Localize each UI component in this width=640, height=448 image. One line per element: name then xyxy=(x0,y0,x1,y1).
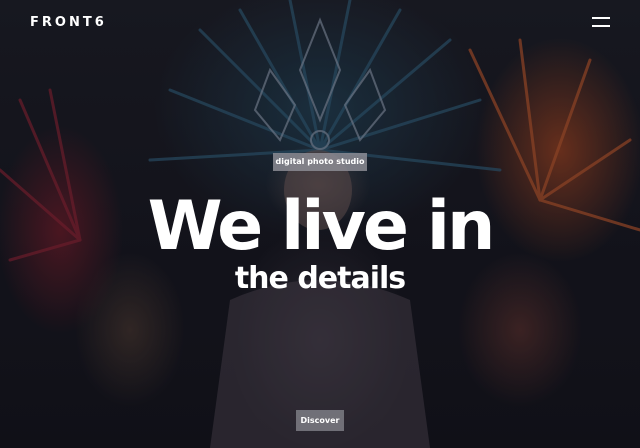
brand-logo[interactable]: FRONT6 xyxy=(30,15,107,30)
menu-line-bottom xyxy=(592,25,610,27)
discover-button[interactable]: Discover xyxy=(296,410,344,431)
hero-subheadline: the details xyxy=(234,261,406,296)
hero-section: FRONT6 digital photo studio We live in t… xyxy=(0,0,640,448)
menu-line-top xyxy=(592,17,610,19)
hamburger-menu-icon[interactable] xyxy=(592,16,610,28)
hero-tag: digital photo studio xyxy=(273,153,367,171)
